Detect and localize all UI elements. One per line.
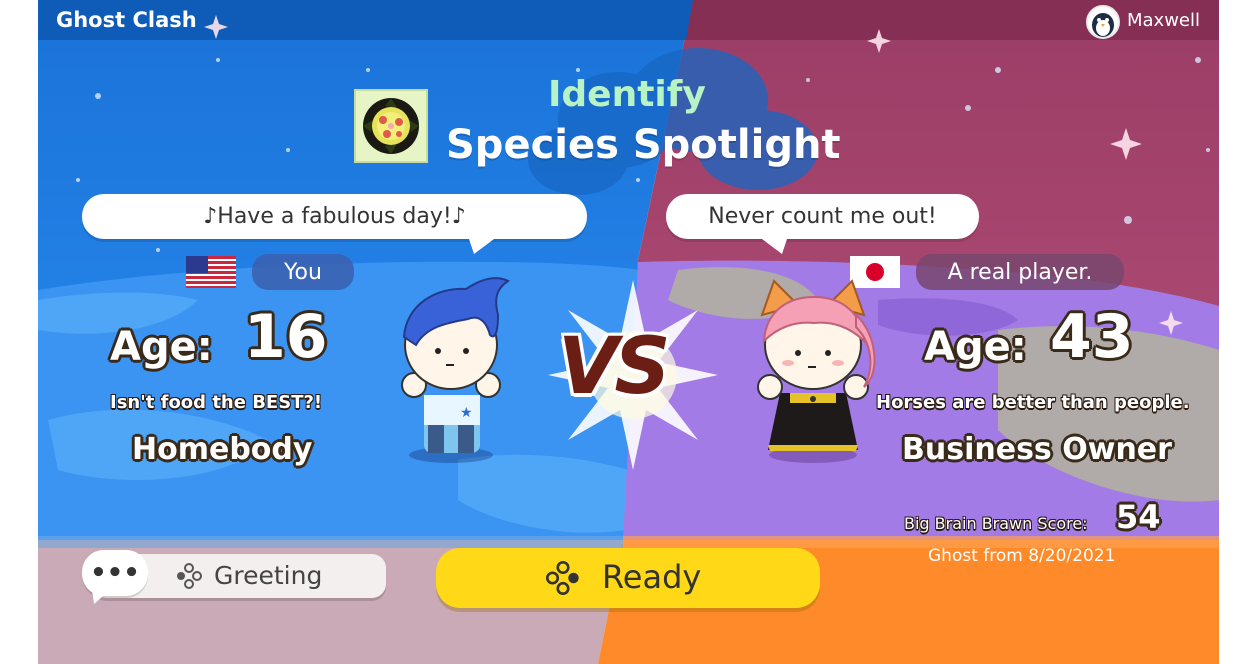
mode-category: Identify [548, 74, 706, 115]
score-label: Big Brain Brawn Score: [904, 514, 1088, 533]
left-motto: Isn't food the BEST?! [110, 392, 323, 413]
score-value: 54 [1116, 498, 1161, 536]
controller-buttons-icon [177, 563, 202, 589]
left-character-avatar: ★ [401, 277, 510, 463]
right-speech-text: Never count me out! [708, 204, 937, 229]
penguin-avatar-icon [1092, 13, 1114, 37]
ghost-date: Ghost from 8/20/2021 [928, 546, 1116, 566]
chat-bubble-tail-icon [92, 590, 110, 604]
us-flag-icon [186, 256, 236, 288]
ready-label: Ready [602, 558, 702, 596]
left-age-label: Age: [110, 324, 213, 370]
ready-button[interactable]: Ready [436, 548, 820, 608]
left-speech-text: ♪Have a fabulous day!♪ [203, 204, 466, 229]
right-title: Business Owner [902, 432, 1172, 467]
controller-a-button-icon [546, 561, 579, 595]
mode-image-frame [354, 89, 428, 163]
left-nickname-pill: You [252, 254, 354, 290]
left-bubble-tail [468, 236, 498, 254]
right-age-value: 43 [1050, 302, 1134, 372]
game-screen: Ghost Clash Maxwell Identify Species Spo… [38, 0, 1219, 664]
right-motto: Horses are better than people. [876, 392, 1190, 413]
left-nickname: You [284, 259, 322, 285]
greeting-label: Greeting [214, 561, 323, 590]
right-age-label: Age: [924, 324, 1027, 370]
right-nickname: A real player. [947, 259, 1093, 285]
username: Maxwell [1127, 10, 1201, 31]
right-speech-bubble: Never count me out! [666, 194, 979, 239]
left-speech-bubble: ♪Have a fabulous day!♪ [82, 194, 587, 239]
species-flower-icon [363, 98, 419, 154]
vs-label: VS [558, 322, 671, 412]
svg-text:★: ★ [460, 405, 473, 421]
right-nickname-pill: A real player. [916, 254, 1124, 290]
right-character-avatar [757, 279, 876, 463]
mode-title: Species Spotlight [446, 122, 841, 168]
right-bubble-tail [758, 236, 788, 254]
left-title: Homebody [132, 432, 313, 467]
user-avatar[interactable] [1086, 5, 1120, 39]
left-age-value: 16 [244, 302, 328, 372]
app-title: Ghost Clash [56, 8, 197, 32]
